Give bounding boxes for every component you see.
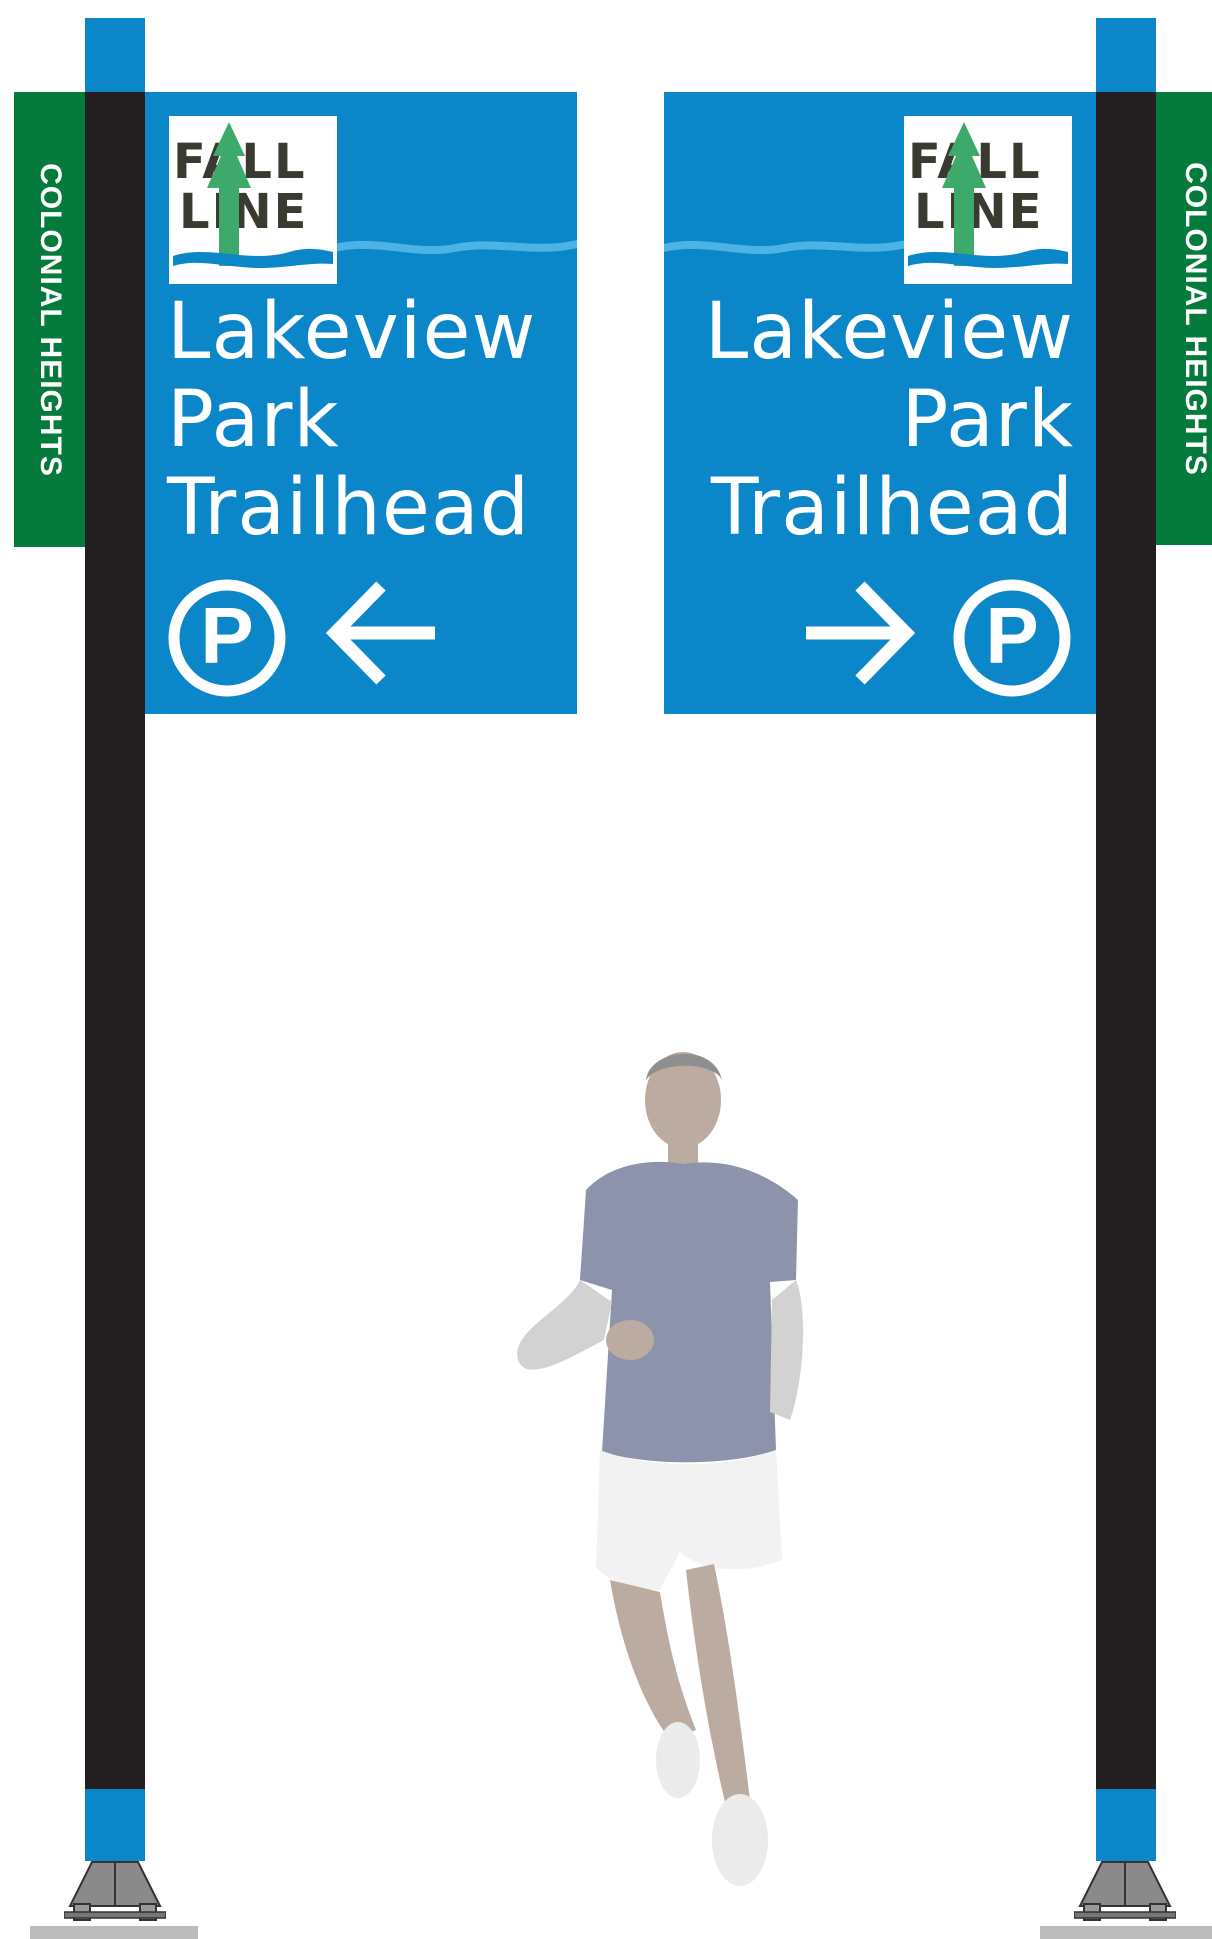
tree-icon: [908, 122, 1068, 268]
destination-name: Lakeview Park Trailhead: [167, 288, 536, 552]
runner-figure: [517, 1052, 804, 1886]
right-neighborhood-sign: COLONIAL HEIGHTS: [1156, 92, 1212, 545]
wave-icon: [335, 240, 577, 255]
left-neighborhood-sign: COLONIAL HEIGHTS: [14, 92, 85, 547]
destination-line: Park: [167, 375, 340, 465]
left-post-top-cap: [85, 18, 145, 92]
arrow-right-icon: [806, 581, 916, 685]
right-ground-strip: [1040, 1926, 1212, 1939]
destination-line: Park: [901, 375, 1074, 465]
destination-line: Lakeview: [167, 287, 537, 377]
destination-name: Lakeview Park Trailhead: [705, 288, 1074, 552]
left-ground-strip: [30, 1926, 198, 1939]
left-post-bottom-cap: [85, 1789, 145, 1861]
right-post: [1096, 92, 1156, 1789]
parking-letter: P: [985, 591, 1039, 680]
neighborhood-label: COLONIAL HEIGHTS: [33, 162, 67, 477]
destination-line: Lakeview: [704, 287, 1074, 377]
fall-line-logo: FALL LINE: [904, 116, 1072, 284]
left-post: [85, 92, 145, 1789]
right-post-base: [1073, 1860, 1177, 1928]
neighborhood-label: COLONIAL HEIGHTS: [1179, 161, 1212, 476]
wave-icon: [664, 240, 906, 255]
destination-line: Trailhead: [710, 463, 1074, 553]
destination-line: Trailhead: [167, 463, 531, 553]
right-wayfinding-panel: FALL LINE Lakeview Park Trailhead P: [664, 92, 1096, 714]
fall-line-logo: FALL LINE: [169, 116, 337, 284]
arrow-left-icon: [325, 581, 435, 685]
parking-icon: P: [952, 578, 1072, 698]
left-wayfinding-panel: FALL LINE Lakeview Park Trailhead P: [145, 92, 577, 714]
tree-icon: [173, 122, 333, 268]
right-post-bottom-cap: [1096, 1789, 1156, 1861]
parking-icon: P: [167, 578, 287, 698]
left-post-base: [63, 1860, 167, 1928]
right-post-top-cap: [1096, 18, 1156, 92]
parking-letter: P: [200, 591, 254, 680]
